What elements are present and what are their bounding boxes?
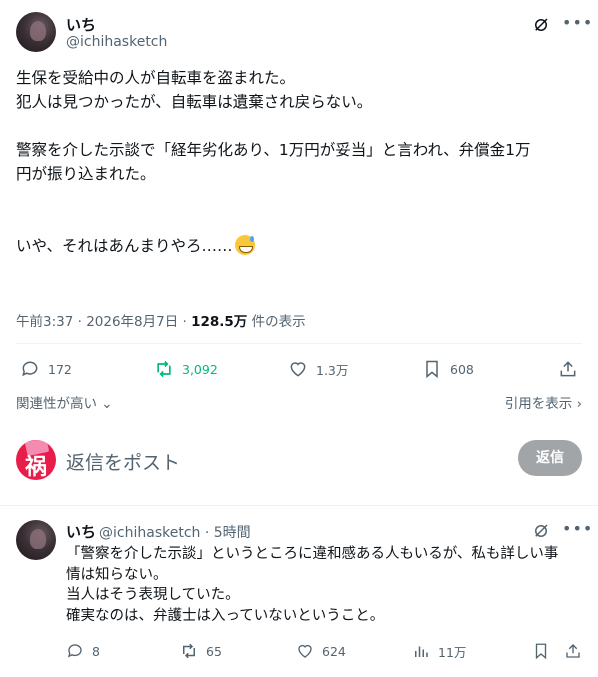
views-label: 件の表示 xyxy=(247,314,306,330)
reply-icon xyxy=(67,644,82,658)
sort-bar: 関連性が高い ⌄ 引用を表示 › xyxy=(16,392,582,412)
reply-like-count: 624 xyxy=(322,643,346,659)
repost-count: 3,092 xyxy=(182,361,218,377)
author-avatar[interactable] xyxy=(16,12,56,52)
repost-icon xyxy=(183,643,195,659)
post-header: いち @ichihasketch ••• xyxy=(16,12,592,56)
grok-icon[interactable] xyxy=(532,522,550,540)
my-avatar[interactable]: 祸 xyxy=(16,440,56,480)
reply-composer: 祸 返信をポスト 返信 xyxy=(16,436,582,486)
share-button[interactable] xyxy=(558,356,578,382)
heart-icon xyxy=(298,644,312,658)
reply-header: いち @ichihasketch · 5時間 xyxy=(66,521,251,542)
chevron-right-icon: › xyxy=(572,396,582,412)
grok-icon[interactable] xyxy=(532,16,550,34)
divider xyxy=(16,343,582,344)
reply-repost-count: 65 xyxy=(206,643,222,659)
avatar-text: 祸 xyxy=(24,454,47,480)
reply-reply-button[interactable]: 8 xyxy=(66,640,100,662)
post-line: いや、それはあんまりやろ…… xyxy=(16,237,233,255)
reply-count: 172 xyxy=(48,361,72,377)
sort-label: 関連性が高い xyxy=(16,396,97,412)
bookmark-icon xyxy=(426,360,438,379)
action-bar: 172 3,092 1.3万 608 xyxy=(16,356,582,382)
post-meta: 午前3:37 · 2026年8月7日 · 128.5万 件の表示 xyxy=(16,310,306,330)
more-options-icon[interactable]: ••• xyxy=(562,14,592,34)
reply-line: 当人はそう表現していた。 xyxy=(66,587,240,603)
more-options-icon[interactable]: ••• xyxy=(562,520,592,540)
bookmark-icon xyxy=(535,643,547,660)
repost-button[interactable]: 3,092 xyxy=(154,356,218,382)
reply-author-handle[interactable]: @ichihasketch xyxy=(99,525,200,541)
reply-input[interactable]: 返信をポスト xyxy=(66,448,180,475)
reply-reply-count: 8 xyxy=(92,643,100,659)
reply-repost-button[interactable]: 65 xyxy=(180,640,222,662)
reply-time[interactable]: · 5時間 xyxy=(200,525,251,541)
reply-like-button[interactable]: 624 xyxy=(296,640,346,662)
reply-submit-button[interactable]: 返信 xyxy=(518,440,582,476)
reply-author-avatar[interactable] xyxy=(16,520,56,560)
post-timestamp[interactable]: 午前3:37 · 2026年8月7日 · xyxy=(16,314,191,330)
reply-line: 「警察を介した示談」というところに違和感ある人もいるが、私も詳しい事 xyxy=(66,546,559,562)
heart-icon xyxy=(290,362,306,377)
sort-relevance-dropdown[interactable]: 関連性が高い ⌄ xyxy=(16,392,113,412)
quotes-label: 引用を表示 xyxy=(504,396,573,412)
reply-body: 「警察を介した示談」というところに違和感ある人もいるが、私も詳しい事 情は知らな… xyxy=(66,544,586,626)
author-handle[interactable]: @ichihasketch xyxy=(66,34,167,50)
like-count: 1.3万 xyxy=(316,362,349,378)
repost-icon xyxy=(157,360,171,378)
reply-line: 確実なのは、弁護士は入っていないということ。 xyxy=(66,607,385,624)
sweat-smile-emoji xyxy=(234,235,255,255)
author-name[interactable]: いち xyxy=(66,14,96,35)
view-quotes-link[interactable]: 引用を表示 › xyxy=(505,392,582,412)
reply-button[interactable]: 172 xyxy=(20,356,72,382)
reply-author-name[interactable]: いち xyxy=(66,523,96,541)
bookmark-button[interactable]: 608 xyxy=(422,356,474,382)
post-line: 生保を受給中の人が自転車を盗まれた。 xyxy=(16,69,296,87)
post-body: 生保を受給中の人が自転車を盗まれた。 犯人は見つかったが、自転車は遺棄され戻らな… xyxy=(16,66,582,258)
analytics-icon xyxy=(415,646,428,657)
share-icon xyxy=(560,361,576,377)
views-count: 128.5万 xyxy=(191,314,248,330)
divider xyxy=(0,505,598,506)
post-line: 犯人は見つかったが、自転車は遺棄され戻らない。 xyxy=(16,93,373,111)
reply-bookmark-button[interactable] xyxy=(532,640,550,662)
share-icon xyxy=(566,644,580,658)
chevron-down-icon: ⌄ xyxy=(97,396,113,412)
like-button[interactable]: 1.3万 xyxy=(288,356,348,382)
reply-icon xyxy=(22,361,38,377)
post-line: 円が振り込まれた。 xyxy=(16,165,156,183)
reply-share-button[interactable] xyxy=(564,640,582,662)
reply-action-bar: 8 65 624 11万 xyxy=(66,640,582,662)
reply-views-button[interactable]: 11万 xyxy=(412,640,466,662)
post-last-line: いや、それはあんまりやろ…… xyxy=(16,234,582,258)
bookmark-count: 608 xyxy=(450,361,474,377)
reply-views-count: 11万 xyxy=(438,644,467,660)
post-line: 警察を介した示談で「経年劣化あり、1万円が妥当」と言われ、弁償金1万 xyxy=(16,141,531,159)
reply-line: 情は知らない。 xyxy=(66,566,168,583)
